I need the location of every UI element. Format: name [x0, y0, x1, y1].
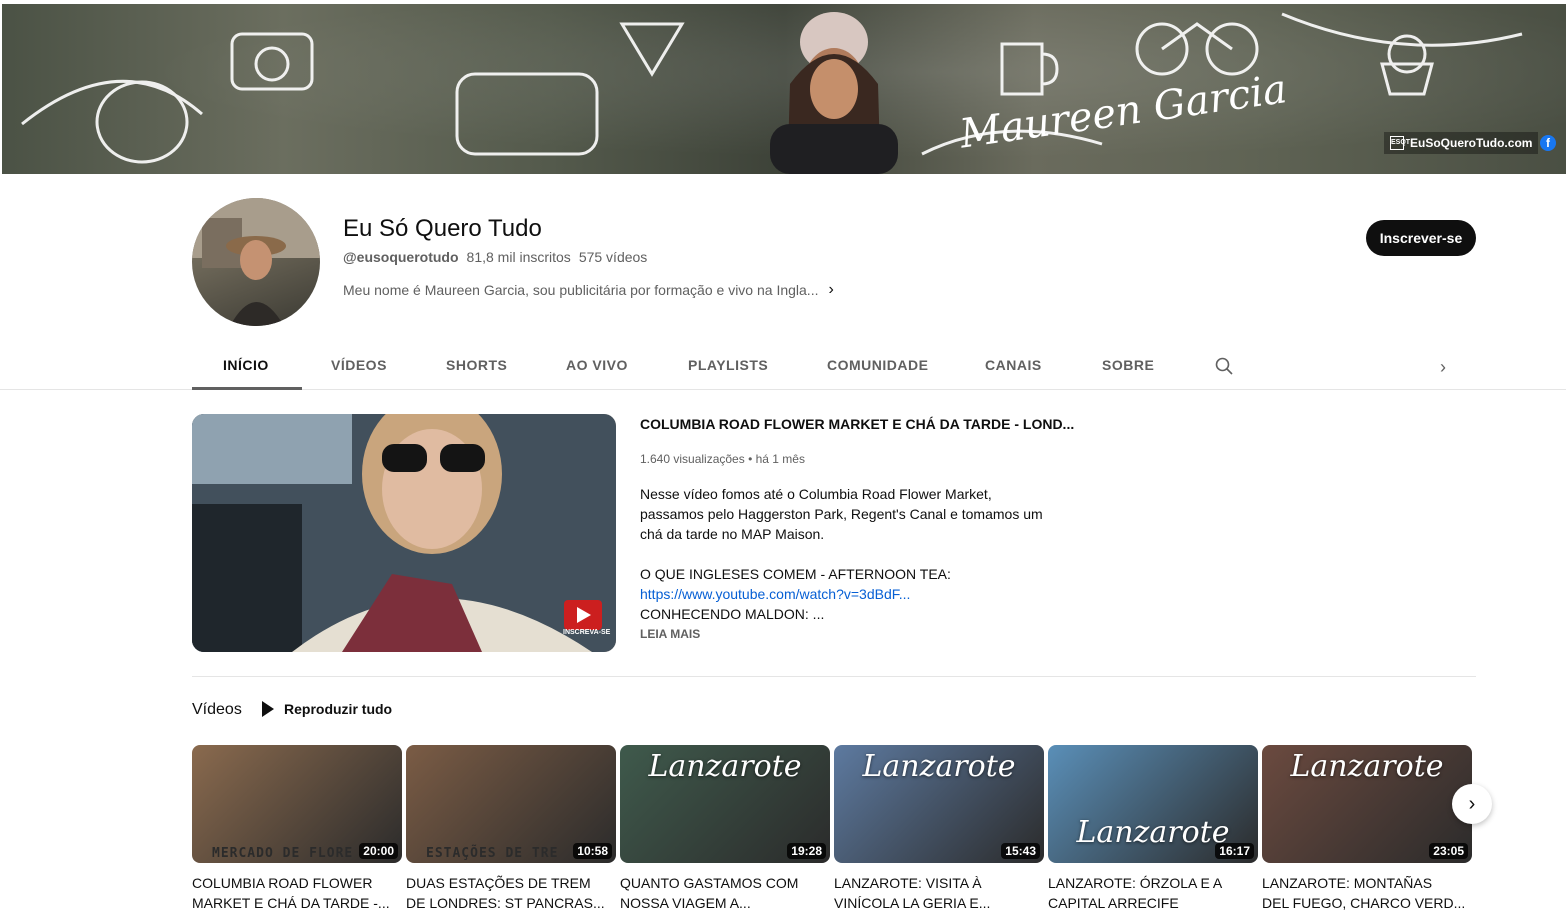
description-link[interactable]: https://www.youtube.com/watch?v=3dBdF...	[640, 584, 1050, 604]
play-all-label: Reproduzir tudo	[284, 701, 393, 717]
description-line: chá da tarde no MAP Maison.	[640, 526, 825, 542]
channel-tabs: INÍCIO VÍDEOS SHORTS AO VIVO PLAYLISTS C…	[0, 340, 1566, 390]
subscriber-count: 81,8 mil inscritos	[466, 249, 571, 265]
video-thumbnail[interactable]: Lanzarote 19:28	[620, 745, 830, 863]
channel-handle: @eusoquerotudo	[343, 249, 459, 265]
video-card[interactable]: Lanzarote 16:17 LANZAROTE: ÓRZOLA E A CA…	[1048, 745, 1258, 910]
banner-portrait	[750, 4, 918, 174]
featured-video-meta: 1.640 visualizações • há 1 mês	[640, 452, 805, 466]
featured-video-description: Nesse vídeo fomos até o Columbia Road Fl…	[640, 484, 1050, 624]
site-logo-icon: ESQT	[1390, 136, 1410, 150]
active-tab-indicator	[192, 387, 302, 390]
video-title[interactable]: COLUMBIA ROAD FLOWER MARKET E CHÁ DA TAR…	[192, 873, 402, 910]
video-thumbnail[interactable]: Lanzarote 23:05	[1262, 745, 1472, 863]
video-title[interactable]: LANZAROTE: VISITA À VINÍCOLA LA GERIA E.…	[834, 873, 1044, 910]
tab-sobre[interactable]: SOBRE	[1102, 357, 1154, 373]
video-title[interactable]: QUANTO GASTAMOS COM NOSSA VIAGEM A...	[620, 873, 830, 910]
tab-playlists[interactable]: PLAYLISTS	[688, 357, 768, 373]
video-thumbnail[interactable]: MERCADO DE FLORE 20:00	[192, 745, 402, 863]
tabs-scroll-right-icon[interactable]: ›	[1440, 357, 1446, 378]
banner-site-text: EuSoQueroTudo.com	[1410, 136, 1533, 150]
tab-ao-vivo[interactable]: AO VIVO	[566, 357, 628, 373]
facebook-icon[interactable]: f	[1540, 135, 1556, 151]
video-card[interactable]: Lanzarote 15:43 LANZAROTE: VISITA À VINÍ…	[834, 745, 1044, 910]
video-title[interactable]: LANZAROTE: MONTAÑAS DEL FUEGO, CHARCO VE…	[1262, 873, 1472, 910]
video-thumbnail[interactable]: ESTAÇÕES DE TRE 10:58	[406, 745, 616, 863]
video-thumbnail[interactable]: Lanzarote 15:43	[834, 745, 1044, 863]
description-section: O QUE INGLESES COMEM - AFTERNOON TEA:	[640, 566, 951, 582]
video-count: 575 vídeos	[578, 249, 648, 265]
shelf-next-button[interactable]: ›	[1452, 784, 1492, 824]
channel-banner: Maureen Garcia ESQT EuSoQueroTudo.com f	[2, 4, 1566, 174]
thumbnail-caption: ESTAÇÕES DE TRE	[426, 846, 559, 861]
banner-name-text: Maureen Garcia	[957, 66, 1290, 158]
video-duration: 20:00	[359, 843, 398, 859]
description-line: Nesse vídeo fomos até o Columbia Road Fl…	[640, 486, 992, 502]
tab-inicio[interactable]: INÍCIO	[223, 357, 269, 373]
thumbnail-overlay-text: Lanzarote	[648, 749, 802, 784]
shelf-title[interactable]: Vídeos	[192, 701, 242, 719]
read-more-link[interactable]: LEIA MAIS	[640, 627, 700, 641]
video-thumbnail[interactable]: Lanzarote 16:17	[1048, 745, 1258, 863]
video-title[interactable]: DUAS ESTAÇÕES DE TREM DE LONDRES: ST PAN…	[406, 873, 616, 910]
section-divider	[192, 676, 1476, 677]
channel-description-text: Meu nome é Maureen Garcia, sou publicitá…	[343, 282, 819, 298]
video-duration: 23:05	[1429, 843, 1468, 859]
featured-video-thumbnail[interactable]: INSCREVA-SE	[192, 414, 616, 652]
channel-description[interactable]: Meu nome é Maureen Garcia, sou publicitá…	[343, 281, 834, 299]
video-duration: 19:28	[787, 843, 826, 859]
tab-comunidade[interactable]: COMUNIDADE	[827, 357, 928, 373]
video-duration: 10:58	[573, 843, 612, 859]
play-all-button[interactable]: Reproduzir tudo	[262, 701, 392, 717]
subscribe-watermark: INSCREVA-SE	[563, 629, 611, 636]
search-icon[interactable]	[1215, 357, 1233, 375]
thumbnail-overlay-text: Lanzarote	[862, 749, 1016, 784]
video-card[interactable]: Lanzarote 23:05 LANZAROTE: MONTAÑAS DEL …	[1262, 745, 1472, 910]
video-title[interactable]: LANZAROTE: ÓRZOLA E A CAPITAL ARRECIFE	[1048, 873, 1258, 910]
video-duration: 15:43	[1001, 843, 1040, 859]
channel-name: Eu Só Quero Tudo	[343, 215, 542, 242]
description-line: CONHECENDO MALDON: ...	[640, 606, 825, 622]
play-icon	[262, 701, 274, 717]
featured-video-title[interactable]: COLUMBIA ROAD FLOWER MARKET E CHÁ DA TAR…	[640, 416, 1074, 432]
thumbnail-caption: MERCADO DE FLORE	[212, 846, 354, 861]
tab-canais[interactable]: CANAIS	[985, 357, 1042, 373]
tab-videos[interactable]: VÍDEOS	[331, 357, 387, 373]
channel-meta: @eusoquerotudo 81,8 mil inscritos 575 ví…	[343, 249, 647, 265]
video-duration: 16:17	[1215, 843, 1254, 859]
thumbnail-overlay-text: Lanzarote	[1290, 749, 1444, 784]
video-card[interactable]: MERCADO DE FLORE 20:00 COLUMBIA ROAD FLO…	[192, 745, 402, 910]
tab-shorts[interactable]: SHORTS	[446, 357, 507, 373]
banner-site-badge: ESQT EuSoQueroTudo.com	[1384, 132, 1539, 154]
channel-avatar[interactable]	[192, 198, 320, 326]
chevron-right-icon[interactable]: ›	[828, 281, 833, 299]
description-line: passamos pelo Haggerston Park, Regent's …	[640, 506, 1043, 522]
video-card[interactable]: Lanzarote 19:28 QUANTO GASTAMOS COM NOSS…	[620, 745, 830, 910]
subscribe-button[interactable]: Inscrever-se	[1366, 220, 1476, 256]
video-card[interactable]: ESTAÇÕES DE TRE 10:58 DUAS ESTAÇÕES DE T…	[406, 745, 616, 910]
